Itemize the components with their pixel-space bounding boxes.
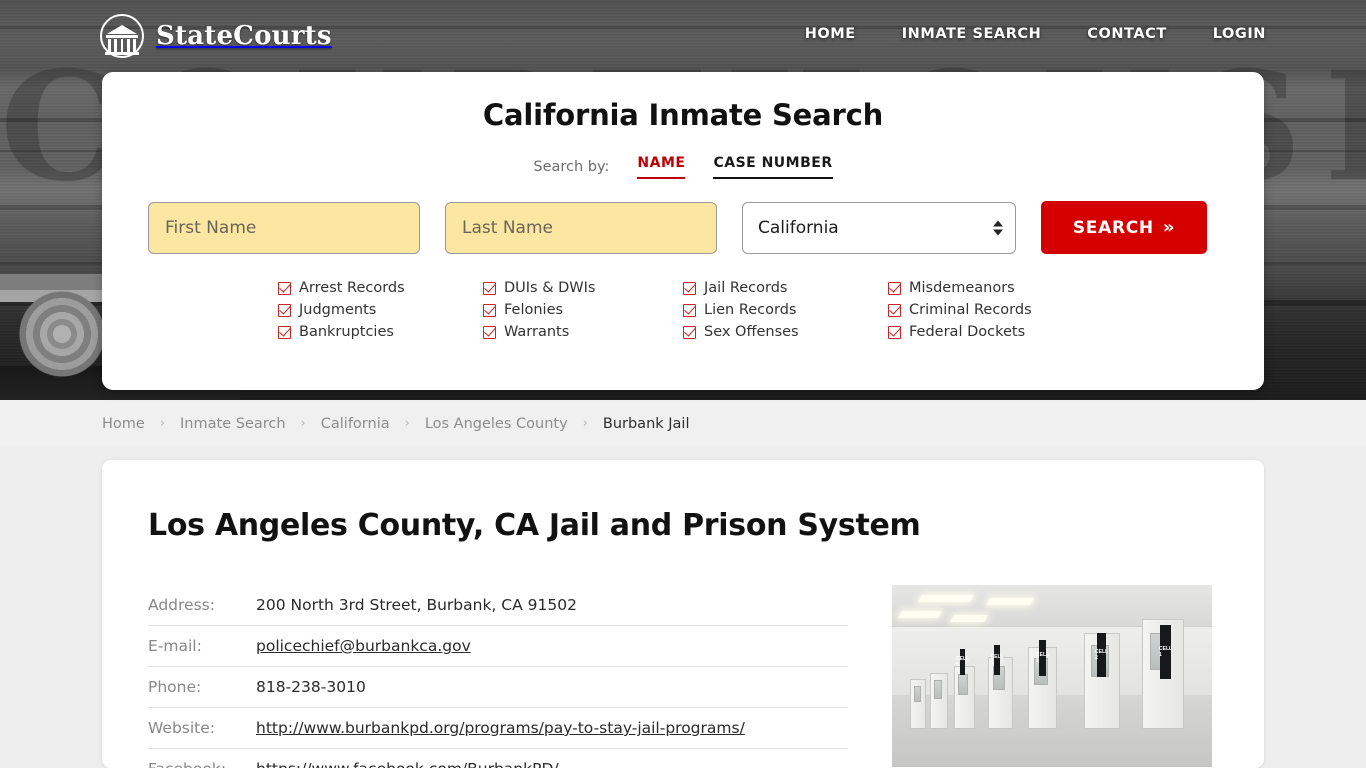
record-type-item[interactable]: Misdemeanors xyxy=(888,280,1088,296)
cell-sign: CELL 5 xyxy=(956,649,969,675)
record-type-label: Federal Dockets xyxy=(909,324,1026,340)
record-type-list: Arrest Records DUIs & DWIs Jail Records … xyxy=(102,280,1264,340)
record-type-label: Arrest Records xyxy=(299,280,405,296)
detail-value: 818-238-3010 xyxy=(256,678,366,696)
tab-search-by-name[interactable]: NAME xyxy=(637,155,686,179)
chevron-right-icon: › xyxy=(300,416,306,431)
checkbox-checked-icon xyxy=(483,325,496,339)
facility-detail-table: Address: 200 North 3rd Street, Burbank, … xyxy=(148,585,848,768)
breadcrumb-bar: Home › Inmate Search › California › Los … xyxy=(0,400,1366,447)
inmate-search-card: California Inmate Search Search by: NAME… xyxy=(102,72,1264,390)
primary-navigation: HOME INMATE SEARCH CONTACT LOGIN xyxy=(805,26,1266,42)
website-link[interactable]: http://www.burbankpd.org/programs/pay-to… xyxy=(256,719,745,737)
facility-detail-card: Los Angeles County, CA Jail and Prison S… xyxy=(102,460,1264,768)
record-type-item[interactable]: Warrants xyxy=(483,324,683,340)
record-type-item[interactable]: Sex Offenses xyxy=(683,324,888,340)
record-type-label: Jail Records xyxy=(704,280,788,296)
chevron-right-icon: › xyxy=(582,416,588,431)
record-type-item[interactable]: Felonies xyxy=(483,302,683,318)
jail-cell-corridor-photo: CELL 5 CELL 4 CELL 3 CELL 2 CELL 1 xyxy=(892,585,1212,767)
record-type-item[interactable]: Arrest Records xyxy=(278,280,483,296)
record-type-label: Judgments xyxy=(299,302,377,318)
detail-key: Phone: xyxy=(148,678,202,696)
record-type-item[interactable]: Lien Records xyxy=(683,302,888,318)
brand-logo-link[interactable]: StateCourts xyxy=(100,14,332,58)
checkbox-checked-icon xyxy=(683,303,696,317)
checkbox-checked-icon xyxy=(483,281,496,295)
record-type-label: Bankruptcies xyxy=(299,324,394,340)
checkbox-checked-icon xyxy=(888,303,901,317)
detail-key: Address: xyxy=(148,596,215,614)
facebook-link[interactable]: https://www.facebook.com/BurbankPD/ xyxy=(256,760,559,768)
chevron-right-icon: › xyxy=(159,416,166,431)
chevron-right-icon: › xyxy=(404,416,410,431)
cell-sign: CELL 4 xyxy=(991,645,1003,675)
checkbox-checked-icon xyxy=(888,281,901,295)
double-chevron-right-icon: » xyxy=(1162,216,1176,238)
record-type-label: Sex Offenses xyxy=(704,324,799,340)
search-button[interactable]: SEARCH » xyxy=(1041,201,1207,254)
checkbox-checked-icon xyxy=(888,325,901,339)
detail-key: E-mail: xyxy=(148,637,202,655)
state-select-value: California xyxy=(742,201,1016,254)
checkbox-checked-icon xyxy=(278,303,291,317)
nav-item-contact[interactable]: CONTACT xyxy=(1087,26,1166,42)
courthouse-circle-icon xyxy=(100,14,144,58)
search-by-row: Search by: NAME CASE NUMBER xyxy=(102,155,1264,179)
record-type-item[interactable]: Criminal Records xyxy=(888,302,1088,318)
search-button-label: SEARCH xyxy=(1072,217,1154,238)
search-card-title: California Inmate Search xyxy=(482,98,884,132)
cell-sign: CELL 2 xyxy=(1095,633,1108,677)
table-row: E-mail: policechief@burbankca.gov xyxy=(148,626,848,667)
table-row: Phone: 818-238-3010 xyxy=(148,667,848,708)
breadcrumb-item-home[interactable]: Home xyxy=(102,416,145,432)
email-link[interactable]: policechief@burbankca.gov xyxy=(256,637,471,655)
record-type-label: Criminal Records xyxy=(909,302,1032,318)
table-row: Address: 200 North 3rd Street, Burbank, … xyxy=(148,585,848,626)
breadcrumb: Home › Inmate Search › California › Los … xyxy=(0,416,689,432)
record-type-label: Felonies xyxy=(504,302,564,318)
search-by-label: Search by: xyxy=(533,159,610,175)
record-type-label: Misdemeanors xyxy=(909,280,1015,296)
cell-sign: CELL 1 xyxy=(1159,625,1172,679)
breadcrumb-item-california[interactable]: California xyxy=(321,416,390,432)
table-row: Website: http://www.burbankpd.org/progra… xyxy=(148,708,848,749)
record-type-item[interactable]: Federal Dockets xyxy=(888,324,1088,340)
tab-search-by-case-number[interactable]: CASE NUMBER xyxy=(713,155,833,179)
record-type-label: Lien Records xyxy=(704,302,797,318)
checkbox-checked-icon xyxy=(683,281,696,295)
checkbox-checked-icon xyxy=(683,325,696,339)
breadcrumb-item-current: Burbank Jail xyxy=(602,415,690,432)
record-type-item[interactable]: Judgments xyxy=(278,302,483,318)
search-form: California SEARCH » xyxy=(102,201,1264,254)
record-type-item[interactable]: DUIs & DWIs xyxy=(483,280,683,296)
breadcrumb-item-los-angeles-county[interactable]: Los Angeles County xyxy=(425,416,568,432)
page-title: Los Angeles County, CA Jail and Prison S… xyxy=(148,508,921,543)
nav-item-inmate-search[interactable]: INMATE SEARCH xyxy=(902,26,1042,42)
checkbox-checked-icon xyxy=(278,325,291,339)
facility-detail-wrap: Address: 200 North 3rd Street, Burbank, … xyxy=(102,543,1264,768)
cell-sign: CELL 3 xyxy=(1036,640,1049,676)
detail-value: 200 North 3rd Street, Burbank, CA 91502 xyxy=(256,596,577,614)
state-select[interactable]: California xyxy=(742,201,1016,254)
record-type-label: DUIs & DWIs xyxy=(504,280,596,296)
checkbox-checked-icon xyxy=(483,303,496,317)
last-name-input[interactable] xyxy=(445,201,717,254)
record-type-item[interactable]: Jail Records xyxy=(683,280,888,296)
nav-item-home[interactable]: HOME xyxy=(805,26,856,42)
table-row: Facebook: https://www.facebook.com/Burba… xyxy=(148,749,848,768)
record-type-label: Warrants xyxy=(504,324,570,340)
breadcrumb-item-inmate-search[interactable]: Inmate Search xyxy=(180,416,286,432)
detail-key: Website: xyxy=(148,719,216,737)
first-name-input[interactable] xyxy=(148,201,420,254)
nav-item-login[interactable]: LOGIN xyxy=(1213,26,1266,42)
record-type-item[interactable]: Bankruptcies xyxy=(278,324,483,340)
detail-key: Facebook: xyxy=(148,749,256,768)
brand-name: StateCourts xyxy=(156,21,332,51)
checkbox-checked-icon xyxy=(278,281,291,295)
